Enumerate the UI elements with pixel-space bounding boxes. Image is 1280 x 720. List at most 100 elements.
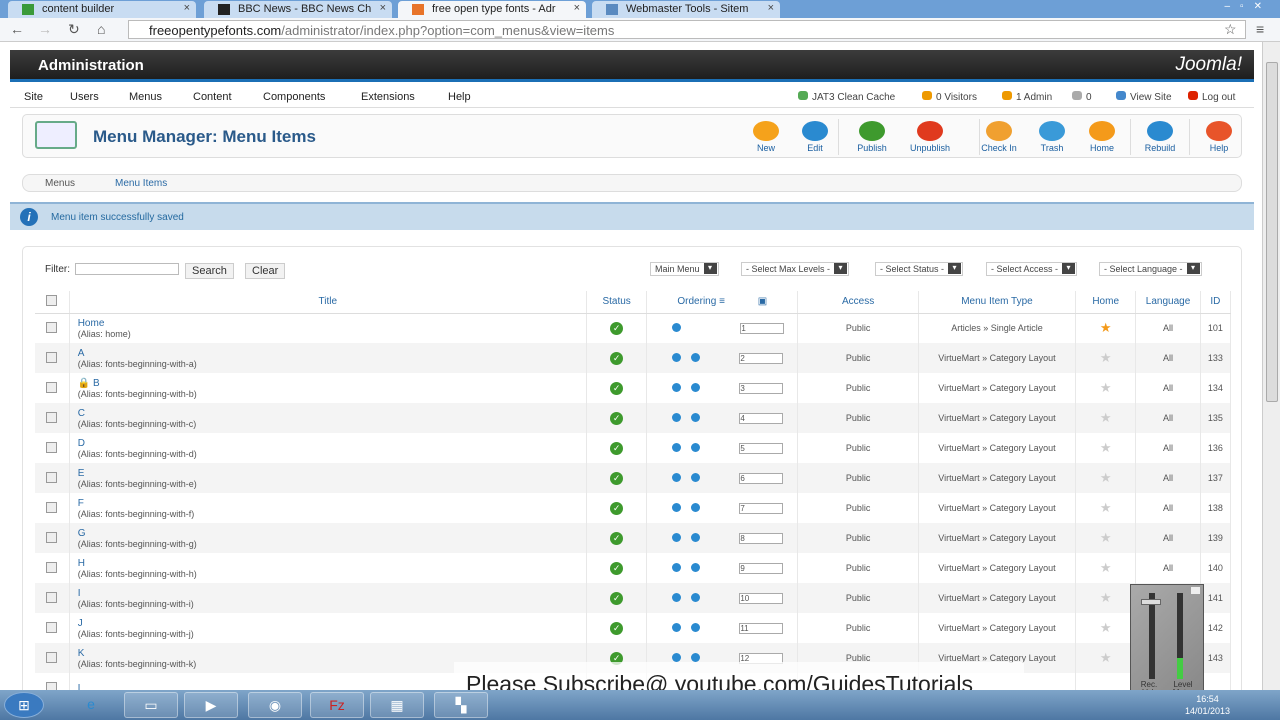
item-title-link[interactable]: 🔒 B <box>78 378 586 389</box>
published-check-icon[interactable]: ✓ <box>610 531 624 545</box>
lock-icon[interactable]: 🔒 <box>78 378 93 389</box>
back-icon[interactable]: ← <box>10 21 24 37</box>
row-checkbox[interactable] <box>46 531 58 543</box>
home-icon[interactable]: ⌂ <box>97 21 105 37</box>
unpublish-button[interactable]: Unpublish <box>904 121 956 153</box>
item-title-link[interactable]: K <box>78 648 586 659</box>
status-view-site[interactable]: View Site <box>1116 91 1172 103</box>
menu-help[interactable]: Help <box>448 91 471 103</box>
item-title-link[interactable]: D <box>78 438 586 449</box>
col-language[interactable]: Language <box>1135 291 1201 314</box>
move-up-icon[interactable] <box>672 502 682 512</box>
submenu-menus[interactable]: Menus <box>45 178 75 189</box>
order-input[interactable]: 6 <box>739 472 784 484</box>
item-title-link[interactable]: H <box>78 558 586 569</box>
move-down-icon[interactable] <box>691 472 701 482</box>
order-input[interactable]: 4 <box>739 412 784 424</box>
browser-tab[interactable]: content builder × <box>8 1 196 18</box>
item-title-link[interactable]: C <box>78 408 586 419</box>
browser-tab[interactable]: Webmaster Tools - Sitem × <box>592 1 780 18</box>
tab-close-icon[interactable]: × <box>380 2 386 14</box>
order-input[interactable]: 3 <box>739 382 784 394</box>
row-checkbox[interactable] <box>46 651 58 663</box>
published-check-icon[interactable]: ✓ <box>610 561 624 575</box>
col-id[interactable]: ID <box>1200 291 1232 314</box>
publish-button[interactable]: Publish <box>846 121 898 153</box>
row-checkbox[interactable] <box>46 501 58 513</box>
tab-close-icon[interactable]: × <box>574 2 580 14</box>
move-down-icon[interactable] <box>672 322 682 332</box>
select-all-checkbox[interactable] <box>46 294 58 306</box>
move-down-icon[interactable] <box>691 532 701 542</box>
home-star-icon[interactable]: ★ <box>1100 350 1112 365</box>
app-icon[interactable]: ▚ <box>434 692 488 718</box>
move-down-icon[interactable] <box>691 622 701 632</box>
browser-tab[interactable]: BBC News - BBC News Ch × <box>204 1 392 18</box>
menu-select[interactable]: Main Menu <box>650 262 719 276</box>
forward-icon[interactable]: → <box>38 21 52 37</box>
home-star-icon[interactable]: ★ <box>1100 620 1112 635</box>
submenu-menu-items[interactable]: Menu Items <box>115 178 167 189</box>
published-check-icon[interactable]: ✓ <box>610 621 624 635</box>
home-star-icon[interactable]: ★ <box>1100 650 1112 665</box>
page-scrollbar[interactable] <box>1262 42 1280 690</box>
move-up-icon[interactable] <box>672 352 682 362</box>
row-checkbox[interactable] <box>46 561 58 573</box>
published-check-icon[interactable]: ✓ <box>610 501 624 515</box>
home-star-icon[interactable]: ★ <box>1100 530 1112 545</box>
row-checkbox[interactable] <box>46 441 58 453</box>
clock[interactable]: 16:54 14/01/2013 <box>1185 693 1230 717</box>
col-home[interactable]: Home <box>1075 291 1137 314</box>
reload-icon[interactable]: ↻ <box>68 21 80 38</box>
menu-content[interactable]: Content <box>193 91 232 103</box>
order-input[interactable]: 11 <box>739 622 784 634</box>
item-title-link[interactable]: A <box>78 348 586 359</box>
filter-input[interactable] <box>75 263 179 275</box>
item-title-link[interactable]: J <box>78 618 586 629</box>
mixer-close-icon[interactable] <box>1191 587 1200 594</box>
home-star-icon[interactable]: ★ <box>1100 470 1112 485</box>
new-button[interactable]: New <box>740 121 792 153</box>
save-order-icon[interactable]: ▣ <box>758 296 767 307</box>
move-down-icon[interactable] <box>691 562 701 572</box>
published-check-icon[interactable]: ✓ <box>610 381 624 395</box>
trash-button[interactable]: Trash <box>1026 121 1078 153</box>
max-levels-select[interactable]: - Select Max Levels - <box>741 262 850 276</box>
row-checkbox[interactable] <box>46 381 58 393</box>
item-title-link[interactable]: E <box>78 468 586 479</box>
calculator-icon[interactable]: ▦ <box>370 692 424 718</box>
home-star-icon[interactable]: ★ <box>1100 320 1112 335</box>
move-down-icon[interactable] <box>691 382 701 392</box>
move-down-icon[interactable] <box>691 502 701 512</box>
tab-close-icon[interactable]: × <box>184 2 190 14</box>
move-up-icon[interactable] <box>672 532 682 542</box>
move-down-icon[interactable] <box>691 412 701 422</box>
home-star-icon[interactable]: ★ <box>1100 380 1112 395</box>
published-check-icon[interactable]: ✓ <box>610 351 624 365</box>
explorer-icon[interactable]: ▭ <box>124 692 178 718</box>
col-title[interactable]: Title <box>69 291 587 314</box>
move-up-icon[interactable] <box>672 442 682 452</box>
search-button[interactable]: Search <box>185 263 234 279</box>
row-checkbox[interactable] <box>46 411 58 423</box>
published-check-icon[interactable]: ✓ <box>610 411 624 425</box>
row-checkbox[interactable] <box>46 471 58 483</box>
chrome-icon[interactable]: ◉ <box>248 692 302 718</box>
home-star-icon[interactable]: ★ <box>1100 410 1112 425</box>
check-in-button[interactable]: Check In <box>973 121 1025 153</box>
item-title-link[interactable]: Home <box>78 318 586 329</box>
rebuild-button[interactable]: Rebuild <box>1134 121 1186 153</box>
help-button[interactable]: Help <box>1193 121 1245 153</box>
item-title-link[interactable]: G <box>78 528 586 539</box>
order-input[interactable]: 7 <box>739 502 784 514</box>
order-input[interactable]: 8 <box>739 532 784 544</box>
menu-users[interactable]: Users <box>70 91 99 103</box>
ie-icon[interactable]: e <box>64 692 118 718</box>
row-checkbox[interactable] <box>46 681 58 690</box>
order-input[interactable]: 10 <box>739 592 784 604</box>
status-select[interactable]: - Select Status - <box>875 262 964 276</box>
item-title-link[interactable]: F <box>78 498 586 509</box>
row-checkbox[interactable] <box>46 621 58 633</box>
move-up-icon[interactable] <box>672 562 682 572</box>
window-controls[interactable]: –▫✕ <box>1225 1 1273 12</box>
